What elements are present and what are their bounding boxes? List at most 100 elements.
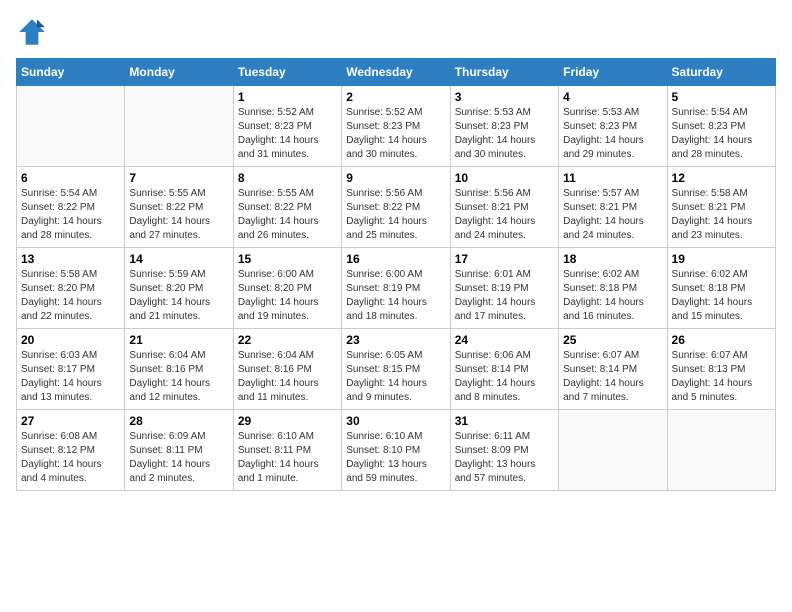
day-info: Sunrise: 6:04 AM Sunset: 8:16 PM Dayligh…: [238, 349, 337, 405]
sunrise-label: Sunrise: 5:55 AM: [238, 188, 314, 199]
daylight-label: Daylight: 14 hours and 19 minutes.: [238, 297, 319, 322]
day-number: 2: [346, 90, 445, 104]
sunrise-label: Sunrise: 5:52 AM: [238, 107, 314, 118]
calendar-cell: 23 Sunrise: 6:05 AM Sunset: 8:15 PM Dayl…: [342, 329, 450, 410]
weekday-header-tuesday: Tuesday: [233, 59, 341, 86]
daylight-label: Daylight: 14 hours and 9 minutes.: [346, 378, 427, 403]
day-info: Sunrise: 5:54 AM Sunset: 8:22 PM Dayligh…: [21, 187, 120, 243]
day-number: 17: [455, 252, 554, 266]
calendar-cell: 30 Sunrise: 6:10 AM Sunset: 8:10 PM Dayl…: [342, 410, 450, 491]
calendar-cell: 16 Sunrise: 6:00 AM Sunset: 8:19 PM Dayl…: [342, 248, 450, 329]
day-info: Sunrise: 6:03 AM Sunset: 8:17 PM Dayligh…: [21, 349, 120, 405]
calendar-cell: 17 Sunrise: 6:01 AM Sunset: 8:19 PM Dayl…: [450, 248, 558, 329]
day-number: 24: [455, 333, 554, 347]
day-number: 10: [455, 171, 554, 185]
day-info: Sunrise: 6:10 AM Sunset: 8:10 PM Dayligh…: [346, 430, 445, 486]
day-info: Sunrise: 6:05 AM Sunset: 8:15 PM Dayligh…: [346, 349, 445, 405]
sunset-label: Sunset: 8:23 PM: [563, 121, 637, 132]
day-number: 29: [238, 414, 337, 428]
calendar-week-row: 6 Sunrise: 5:54 AM Sunset: 8:22 PM Dayli…: [17, 167, 776, 248]
sunrise-label: Sunrise: 6:09 AM: [129, 431, 205, 442]
day-number: 31: [455, 414, 554, 428]
calendar-cell: 22 Sunrise: 6:04 AM Sunset: 8:16 PM Dayl…: [233, 329, 341, 410]
weekday-header-thursday: Thursday: [450, 59, 558, 86]
sunset-label: Sunset: 8:18 PM: [563, 283, 637, 294]
calendar-table: SundayMondayTuesdayWednesdayThursdayFrid…: [16, 58, 776, 491]
day-info: Sunrise: 5:52 AM Sunset: 8:23 PM Dayligh…: [238, 106, 337, 162]
sunset-label: Sunset: 8:16 PM: [129, 364, 203, 375]
daylight-label: Daylight: 14 hours and 4 minutes.: [21, 459, 102, 484]
calendar-cell: [667, 410, 775, 491]
sunrise-label: Sunrise: 5:56 AM: [455, 188, 531, 199]
daylight-label: Daylight: 14 hours and 16 minutes.: [563, 297, 644, 322]
day-number: 28: [129, 414, 228, 428]
sunset-label: Sunset: 8:14 PM: [455, 364, 529, 375]
daylight-label: Daylight: 14 hours and 12 minutes.: [129, 378, 210, 403]
calendar-cell: 27 Sunrise: 6:08 AM Sunset: 8:12 PM Dayl…: [17, 410, 125, 491]
weekday-header-saturday: Saturday: [667, 59, 775, 86]
calendar-cell: 11 Sunrise: 5:57 AM Sunset: 8:21 PM Dayl…: [559, 167, 667, 248]
daylight-label: Daylight: 14 hours and 15 minutes.: [672, 297, 753, 322]
sunrise-label: Sunrise: 6:00 AM: [238, 269, 314, 280]
sunrise-label: Sunrise: 6:11 AM: [455, 431, 530, 442]
sunrise-label: Sunrise: 6:10 AM: [346, 431, 422, 442]
day-info: Sunrise: 6:02 AM Sunset: 8:18 PM Dayligh…: [563, 268, 662, 324]
sunset-label: Sunset: 8:19 PM: [455, 283, 529, 294]
daylight-label: Daylight: 14 hours and 30 minutes.: [346, 135, 427, 160]
day-number: 15: [238, 252, 337, 266]
day-number: 26: [672, 333, 771, 347]
daylight-label: Daylight: 13 hours and 59 minutes.: [346, 459, 427, 484]
sunrise-label: Sunrise: 6:02 AM: [672, 269, 748, 280]
sunset-label: Sunset: 8:20 PM: [21, 283, 95, 294]
sunset-label: Sunset: 8:09 PM: [455, 445, 529, 456]
day-number: 18: [563, 252, 662, 266]
sunset-label: Sunset: 8:22 PM: [346, 202, 420, 213]
sunset-label: Sunset: 8:15 PM: [346, 364, 420, 375]
calendar-cell: [559, 410, 667, 491]
day-number: 5: [672, 90, 771, 104]
day-info: Sunrise: 5:58 AM Sunset: 8:20 PM Dayligh…: [21, 268, 120, 324]
calendar-cell: 14 Sunrise: 5:59 AM Sunset: 8:20 PM Dayl…: [125, 248, 233, 329]
day-info: Sunrise: 5:55 AM Sunset: 8:22 PM Dayligh…: [129, 187, 228, 243]
day-number: 19: [672, 252, 771, 266]
daylight-label: Daylight: 14 hours and 7 minutes.: [563, 378, 644, 403]
calendar-cell: 28 Sunrise: 6:09 AM Sunset: 8:11 PM Dayl…: [125, 410, 233, 491]
calendar-cell: 7 Sunrise: 5:55 AM Sunset: 8:22 PM Dayli…: [125, 167, 233, 248]
day-number: 27: [21, 414, 120, 428]
day-number: 14: [129, 252, 228, 266]
weekday-header-wednesday: Wednesday: [342, 59, 450, 86]
sunrise-label: Sunrise: 5:56 AM: [346, 188, 422, 199]
calendar-cell: 25 Sunrise: 6:07 AM Sunset: 8:14 PM Dayl…: [559, 329, 667, 410]
day-number: 25: [563, 333, 662, 347]
sunrise-label: Sunrise: 6:01 AM: [455, 269, 531, 280]
calendar-cell: 8 Sunrise: 5:55 AM Sunset: 8:22 PM Dayli…: [233, 167, 341, 248]
daylight-label: Daylight: 14 hours and 5 minutes.: [672, 378, 753, 403]
sunrise-label: Sunrise: 5:52 AM: [346, 107, 422, 118]
calendar-week-row: 27 Sunrise: 6:08 AM Sunset: 8:12 PM Dayl…: [17, 410, 776, 491]
day-info: Sunrise: 6:08 AM Sunset: 8:12 PM Dayligh…: [21, 430, 120, 486]
sunrise-label: Sunrise: 6:10 AM: [238, 431, 314, 442]
day-info: Sunrise: 6:10 AM Sunset: 8:11 PM Dayligh…: [238, 430, 337, 486]
daylight-label: Daylight: 14 hours and 28 minutes.: [21, 216, 102, 241]
sunset-label: Sunset: 8:23 PM: [455, 121, 529, 132]
day-number: 20: [21, 333, 120, 347]
daylight-label: Daylight: 14 hours and 28 minutes.: [672, 135, 753, 160]
weekday-header-sunday: Sunday: [17, 59, 125, 86]
day-number: 21: [129, 333, 228, 347]
day-number: 23: [346, 333, 445, 347]
day-info: Sunrise: 5:53 AM Sunset: 8:23 PM Dayligh…: [455, 106, 554, 162]
sunset-label: Sunset: 8:21 PM: [563, 202, 637, 213]
sunrise-label: Sunrise: 5:58 AM: [672, 188, 748, 199]
day-info: Sunrise: 6:01 AM Sunset: 8:19 PM Dayligh…: [455, 268, 554, 324]
daylight-label: Daylight: 14 hours and 1 minute.: [238, 459, 319, 484]
sunrise-label: Sunrise: 5:53 AM: [563, 107, 639, 118]
weekday-header-friday: Friday: [559, 59, 667, 86]
daylight-label: Daylight: 14 hours and 25 minutes.: [346, 216, 427, 241]
day-number: 1: [238, 90, 337, 104]
sunrise-label: Sunrise: 6:03 AM: [21, 350, 97, 361]
day-info: Sunrise: 6:00 AM Sunset: 8:19 PM Dayligh…: [346, 268, 445, 324]
sunrise-label: Sunrise: 6:06 AM: [455, 350, 531, 361]
day-number: 11: [563, 171, 662, 185]
sunset-label: Sunset: 8:22 PM: [129, 202, 203, 213]
calendar-cell: 18 Sunrise: 6:02 AM Sunset: 8:18 PM Dayl…: [559, 248, 667, 329]
